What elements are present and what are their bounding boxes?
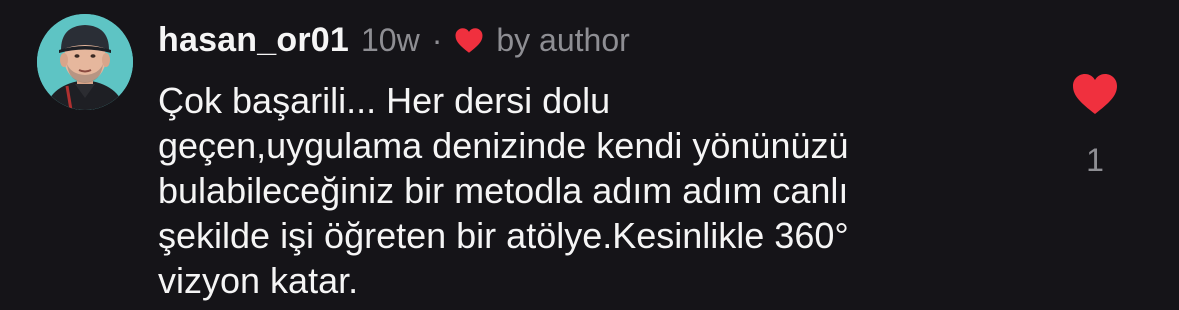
timestamp: 10w xyxy=(361,21,420,58)
heart-icon xyxy=(454,27,484,54)
comment-item: hasan_or01 10w · by author Çok başarili.… xyxy=(0,0,1179,310)
heart-icon xyxy=(1073,74,1117,114)
like-count[interactable]: 1 xyxy=(1071,142,1119,179)
avatar[interactable] xyxy=(37,14,133,110)
like-button[interactable] xyxy=(1071,72,1119,116)
comment-meta: hasan_or01 10w · by author xyxy=(158,18,630,62)
liked-by-author-label: by author xyxy=(496,21,630,58)
username[interactable]: hasan_or01 xyxy=(158,21,349,60)
meta-separator: · xyxy=(431,21,443,58)
comment-text: Çok başarili... Her dersi dolu geçen,uyg… xyxy=(158,80,849,301)
avatar-image xyxy=(37,14,133,110)
